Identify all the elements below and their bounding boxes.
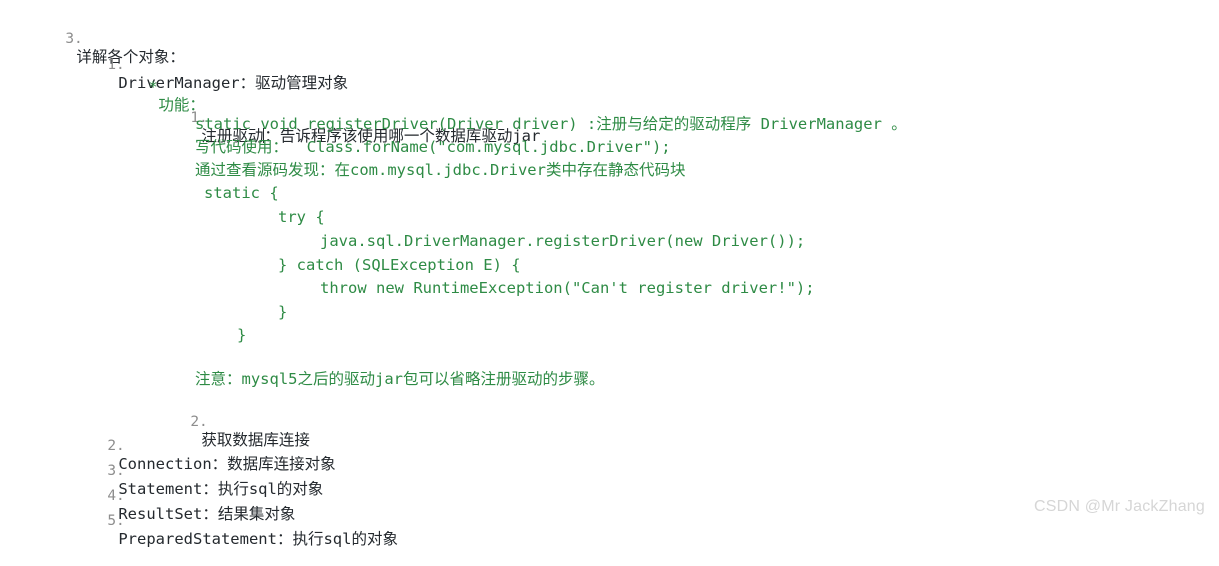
csdn-watermark: CSDN @Mr JackZhang xyxy=(1034,498,1205,515)
code-line-forname-usage: 写代码使用： Class.forName("com.mysql.jdbc.Dri… xyxy=(195,138,671,156)
code-line-throw-runtime-exception: throw new RuntimeException("Can't regist… xyxy=(320,279,815,297)
code-line-catch: } catch (SQLException E) { xyxy=(278,256,521,274)
code-line-register-driver-signature: static void registerDriver(Driver driver… xyxy=(195,115,907,133)
list-marker: 5. xyxy=(107,513,125,529)
code-line-try-open: try { xyxy=(278,208,325,226)
list-item-preparedstatement: 5. PreparedStatement：执行sql的对象 xyxy=(70,493,398,566)
code-line-close-brace-outer: } xyxy=(237,326,247,344)
document-page: 3. 详解各个对象： 1. DriverManager：驱动管理对象 * 功能：… xyxy=(0,0,1219,548)
list-item-text: PreparedStatement：执行sql的对象 xyxy=(118,530,398,548)
code-line-register-driver-call: java.sql.DriverManager.registerDriver(ne… xyxy=(320,232,806,250)
code-line-static-open: static { xyxy=(204,184,279,202)
code-line-close-brace-inner: } xyxy=(278,303,288,321)
code-line-source-note: 通过查看源码发现：在com.mysql.jdbc.Driver类中存在静态代码块 xyxy=(195,161,686,179)
note-line-mysql5: 注意：mysql5之后的驱动jar包可以省略注册驱动的步骤。 xyxy=(195,370,605,388)
